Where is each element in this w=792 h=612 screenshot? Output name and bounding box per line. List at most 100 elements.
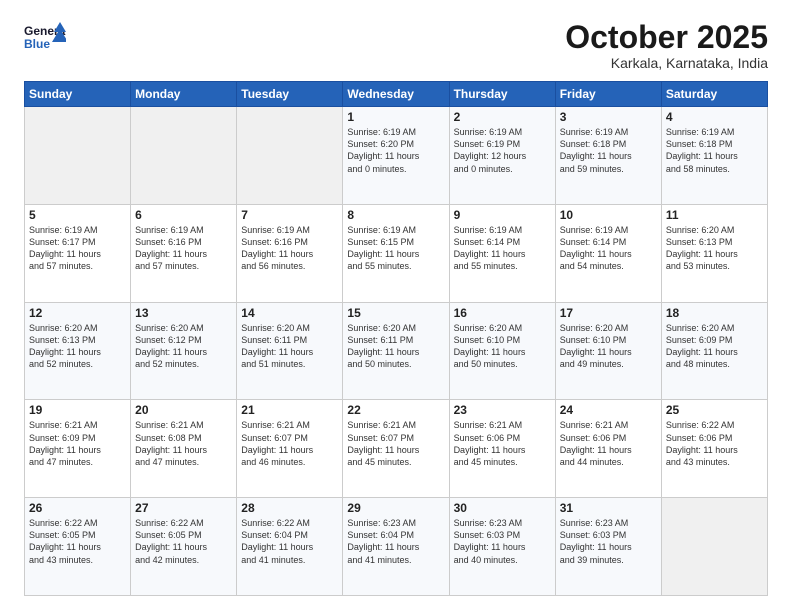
title-block: October 2025 Karkala, Karnataka, India [565,20,768,71]
day-cell-23: 23Sunrise: 6:21 AMSunset: 6:06 PMDayligh… [449,400,555,498]
day-info: Sunrise: 6:19 AMSunset: 6:16 PMDaylight:… [135,224,232,273]
day-cell-3: 3 Sunrise: 6:19 AMSunset: 6:18 PMDaylight… [555,107,661,205]
day-cell-8: 8 Sunrise: 6:19 AMSunset: 6:15 PMDaylight… [343,204,449,302]
day-number: 15 [347,306,444,320]
day-number: 19 [29,403,126,417]
day-cell-26: 26Sunrise: 6:22 AMSunset: 6:05 PMDayligh… [25,498,131,596]
day-info: Sunrise: 6:20 AMSunset: 6:10 PMDaylight:… [454,322,551,371]
day-cell-21: 21Sunrise: 6:21 AMSunset: 6:07 PMDayligh… [237,400,343,498]
weekday-header-row: SundayMondayTuesdayWednesdayThursdayFrid… [25,82,768,107]
day-cell-16: 16 Sunrise: 6:20 AMSunset: 6:10 PMDayligh… [449,302,555,400]
day-number: 24 [560,403,657,417]
day-info: Sunrise: 6:21 AMSunset: 6:06 PMDaylight:… [454,419,551,468]
day-info: Sunrise: 6:23 AMSunset: 6:04 PMDaylight:… [347,517,444,566]
weekday-friday: Friday [555,82,661,107]
day-info: Sunrise: 6:19 AMSunset: 6:17 PMDaylight:… [29,224,126,273]
day-cell-25: 25Sunrise: 6:22 AMSunset: 6:06 PMDayligh… [661,400,767,498]
day-cell-15: 15Sunrise: 6:20 AMSunset: 6:11 PMDayligh… [343,302,449,400]
day-cell-2: 2Sunrise: 6:19 AMSunset: 6:19 PMDaylight… [449,107,555,205]
location: Karkala, Karnataka, India [565,55,768,71]
week-row-4: 19 Sunrise: 6:21 AMSunset: 6:09 PMDayligh… [25,400,768,498]
day-info: Sunrise: 6:19 AMSunset: 6:18 PMDaylight:… [666,126,763,175]
day-number: 13 [135,306,232,320]
logo-svg: General Blue [24,20,66,56]
day-info: Sunrise: 6:21 AMSunset: 6:07 PMDaylight:… [347,419,444,468]
weekday-tuesday: Tuesday [237,82,343,107]
day-cell-4: 4 Sunrise: 6:19 AMSunset: 6:18 PMDaylight… [661,107,767,205]
day-info: Sunrise: 6:19 AMSunset: 6:20 PMDaylight:… [347,126,444,175]
svg-text:Blue: Blue [24,37,50,51]
day-number: 2 [454,110,551,124]
day-cell-28: 28 Sunrise: 6:22 AMSunset: 6:04 PMDayligh… [237,498,343,596]
page-header: General Blue October 2025 Karkala, Karna… [24,20,768,71]
day-info: Sunrise: 6:19 AMSunset: 6:15 PMDaylight:… [347,224,444,273]
weekday-sunday: Sunday [25,82,131,107]
day-info: Sunrise: 6:20 AMSunset: 6:12 PMDaylight:… [135,322,232,371]
day-number: 6 [135,208,232,222]
day-number: 14 [241,306,338,320]
day-number: 9 [454,208,551,222]
day-info: Sunrise: 6:21 AMSunset: 6:08 PMDaylight:… [135,419,232,468]
day-cell-10: 10Sunrise: 6:19 AMSunset: 6:14 PMDayligh… [555,204,661,302]
day-info: Sunrise: 6:20 AMSunset: 6:13 PMDaylight:… [666,224,763,273]
day-info: Sunrise: 6:21 AMSunset: 6:09 PMDaylight:… [29,419,126,468]
week-row-2: 5Sunrise: 6:19 AMSunset: 6:17 PMDaylight… [25,204,768,302]
day-number: 11 [666,208,763,222]
day-number: 30 [454,501,551,515]
day-number: 10 [560,208,657,222]
day-cell-7: 7Sunrise: 6:19 AMSunset: 6:16 PMDaylight… [237,204,343,302]
day-number: 28 [241,501,338,515]
day-cell-30: 30 Sunrise: 6:23 AMSunset: 6:03 PMDayligh… [449,498,555,596]
day-number: 7 [241,208,338,222]
day-info: Sunrise: 6:22 AMSunset: 6:05 PMDaylight:… [135,517,232,566]
day-cell-13: 13 Sunrise: 6:20 AMSunset: 6:12 PMDayligh… [131,302,237,400]
day-cell-9: 9 Sunrise: 6:19 AMSunset: 6:14 PMDaylight… [449,204,555,302]
day-number: 22 [347,403,444,417]
day-info: Sunrise: 6:19 AMSunset: 6:18 PMDaylight:… [560,126,657,175]
day-number: 12 [29,306,126,320]
weekday-saturday: Saturday [661,82,767,107]
day-cell-12: 12 Sunrise: 6:20 AMSunset: 6:13 PMDayligh… [25,302,131,400]
day-number: 29 [347,501,444,515]
day-info: Sunrise: 6:19 AMSunset: 6:14 PMDaylight:… [454,224,551,273]
weekday-thursday: Thursday [449,82,555,107]
day-info: Sunrise: 6:21 AMSunset: 6:07 PMDaylight:… [241,419,338,468]
day-cell-31: 31 Sunrise: 6:23 AMSunset: 6:03 PMDayligh… [555,498,661,596]
day-number: 3 [560,110,657,124]
day-info: Sunrise: 6:23 AMSunset: 6:03 PMDaylight:… [454,517,551,566]
day-number: 25 [666,403,763,417]
day-number: 18 [666,306,763,320]
day-info: Sunrise: 6:20 AMSunset: 6:11 PMDaylight:… [241,322,338,371]
day-info: Sunrise: 6:23 AMSunset: 6:03 PMDaylight:… [560,517,657,566]
day-number: 20 [135,403,232,417]
logo: General Blue [24,20,66,56]
day-cell-17: 17Sunrise: 6:20 AMSunset: 6:10 PMDayligh… [555,302,661,400]
empty-cell [25,107,131,205]
day-info: Sunrise: 6:20 AMSunset: 6:10 PMDaylight:… [560,322,657,371]
day-number: 16 [454,306,551,320]
week-row-1: 1Sunrise: 6:19 AMSunset: 6:20 PMDaylight… [25,107,768,205]
weekday-wednesday: Wednesday [343,82,449,107]
day-cell-11: 11 Sunrise: 6:20 AMSunset: 6:13 PMDayligh… [661,204,767,302]
day-number: 4 [666,110,763,124]
day-info: Sunrise: 6:22 AMSunset: 6:04 PMDaylight:… [241,517,338,566]
day-cell-6: 6 Sunrise: 6:19 AMSunset: 6:16 PMDaylight… [131,204,237,302]
week-row-5: 26 Sunrise: 6:22 AMSunset: 6:05 PMDayligh… [25,498,768,596]
day-number: 27 [135,501,232,515]
day-cell-24: 24 Sunrise: 6:21 AMSunset: 6:06 PMDayligh… [555,400,661,498]
day-info: Sunrise: 6:20 AMSunset: 6:13 PMDaylight:… [29,322,126,371]
day-cell-1: 1Sunrise: 6:19 AMSunset: 6:20 PMDaylight… [343,107,449,205]
day-cell-5: 5Sunrise: 6:19 AMSunset: 6:17 PMDaylight… [25,204,131,302]
day-info: Sunrise: 6:20 AMSunset: 6:09 PMDaylight:… [666,322,763,371]
day-number: 31 [560,501,657,515]
day-cell-29: 29 Sunrise: 6:23 AMSunset: 6:04 PMDayligh… [343,498,449,596]
calendar-table: SundayMondayTuesdayWednesdayThursdayFrid… [24,81,768,596]
day-info: Sunrise: 6:21 AMSunset: 6:06 PMDaylight:… [560,419,657,468]
day-number: 26 [29,501,126,515]
day-number: 8 [347,208,444,222]
day-cell-27: 27 Sunrise: 6:22 AMSunset: 6:05 PMDayligh… [131,498,237,596]
day-cell-18: 18 Sunrise: 6:20 AMSunset: 6:09 PMDayligh… [661,302,767,400]
empty-cell [661,498,767,596]
day-cell-14: 14 Sunrise: 6:20 AMSunset: 6:11 PMDayligh… [237,302,343,400]
weekday-monday: Monday [131,82,237,107]
